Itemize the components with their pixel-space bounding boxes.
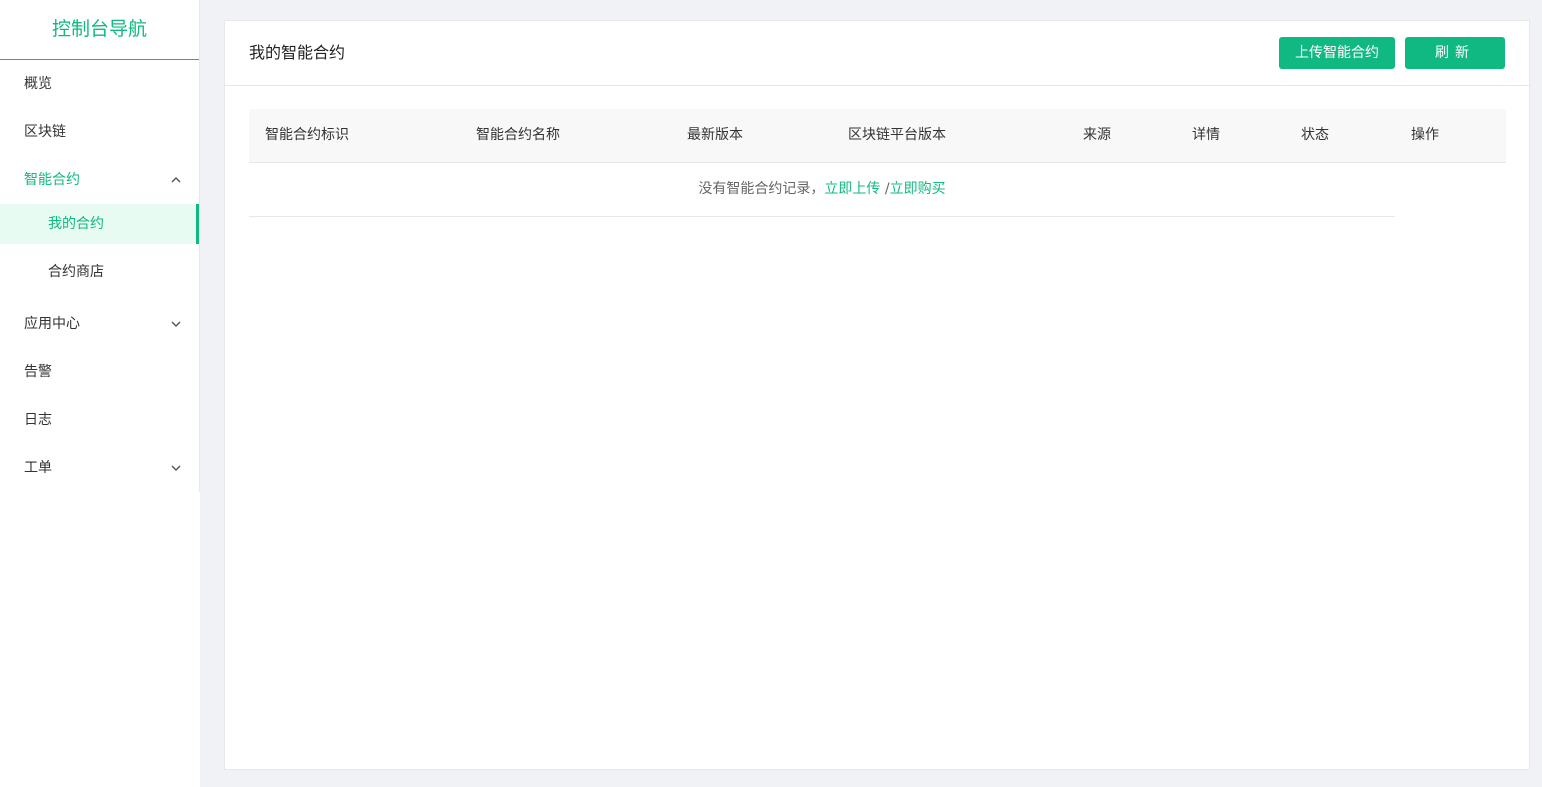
column-header-actions: 操作 — [1411, 127, 1439, 143]
buy-now-link[interactable]: 立即购买 — [890, 181, 946, 197]
sidebar-item-blockchain[interactable]: 区块链 — [0, 108, 199, 156]
empty-state-text: 没有智能合约记录， — [698, 181, 825, 197]
upload-now-link[interactable]: 立即上传 — [824, 181, 880, 197]
column-header-details: 详情 — [1192, 127, 1220, 143]
sidebar-item-alerts[interactable]: 告警 — [0, 348, 199, 396]
sidebar-item-label: 工单 — [24, 460, 52, 476]
column-header-contract-name: 智能合约名称 — [476, 127, 560, 143]
sidebar-menu: 概览 区块链 智能合约 我的合约 合约商店 应用中心 告警 日志 工单 — [0, 60, 199, 492]
sidebar-item-logs[interactable]: 日志 — [0, 396, 199, 444]
table-header: 智能合约标识 智能合约名称 最新版本 区块链平台版本 来源 详情 状态 操作 — [249, 109, 1506, 163]
column-header-source: 来源 — [1083, 127, 1111, 143]
column-header-latest-version: 最新版本 — [687, 127, 743, 143]
chevron-down-icon — [171, 300, 181, 348]
sidebar-item-overview[interactable]: 概览 — [0, 60, 199, 108]
contracts-table: 智能合约标识 智能合约名称 最新版本 区块链平台版本 来源 详情 状态 操作 没… — [249, 109, 1506, 217]
sidebar-item-tickets[interactable]: 工单 — [0, 444, 199, 492]
chevron-up-icon — [171, 156, 181, 204]
column-header-platform-version: 区块链平台版本 — [848, 127, 946, 143]
sidebar-item-app-center[interactable]: 应用中心 — [0, 300, 199, 348]
sidebar-menu-container: 控制台导航 概览 区块链 智能合约 我的合约 合约商店 应用中心 告警 日志 工… — [0, 0, 200, 492]
sidebar-item-label: 智能合约 — [24, 172, 80, 188]
sidebar-title: 控制台导航 — [0, 0, 199, 60]
card-header: 我的智能合约 上传智能合约 刷新 — [225, 21, 1529, 86]
sidebar: 控制台导航 概览 区块链 智能合约 我的合约 合约商店 应用中心 告警 日志 工… — [0, 0, 200, 787]
column-header-contract-id: 智能合约标识 — [265, 127, 349, 143]
contracts-card: 我的智能合约 上传智能合约 刷新 智能合约标识 智能合约名称 最新版本 区块链平… — [224, 20, 1530, 770]
sidebar-item-my-contracts[interactable]: 我的合约 — [0, 204, 199, 244]
column-header-status: 状态 — [1301, 127, 1329, 143]
sidebar-item-smart-contract[interactable]: 智能合约 — [0, 156, 199, 204]
chevron-down-icon — [171, 444, 181, 492]
empty-state-row: 没有智能合约记录，立即上传 /立即购买 — [249, 163, 1395, 217]
sidebar-item-contract-store[interactable]: 合约商店 — [0, 244, 199, 300]
refresh-button[interactable]: 刷新 — [1405, 37, 1505, 69]
page-title: 我的智能合约 — [249, 43, 346, 62]
upload-contract-button[interactable]: 上传智能合约 — [1279, 37, 1395, 69]
sidebar-item-label: 应用中心 — [24, 316, 80, 332]
app-layout: 控制台导航 概览 区块链 智能合约 我的合约 合约商店 应用中心 告警 日志 工… — [0, 0, 1542, 787]
